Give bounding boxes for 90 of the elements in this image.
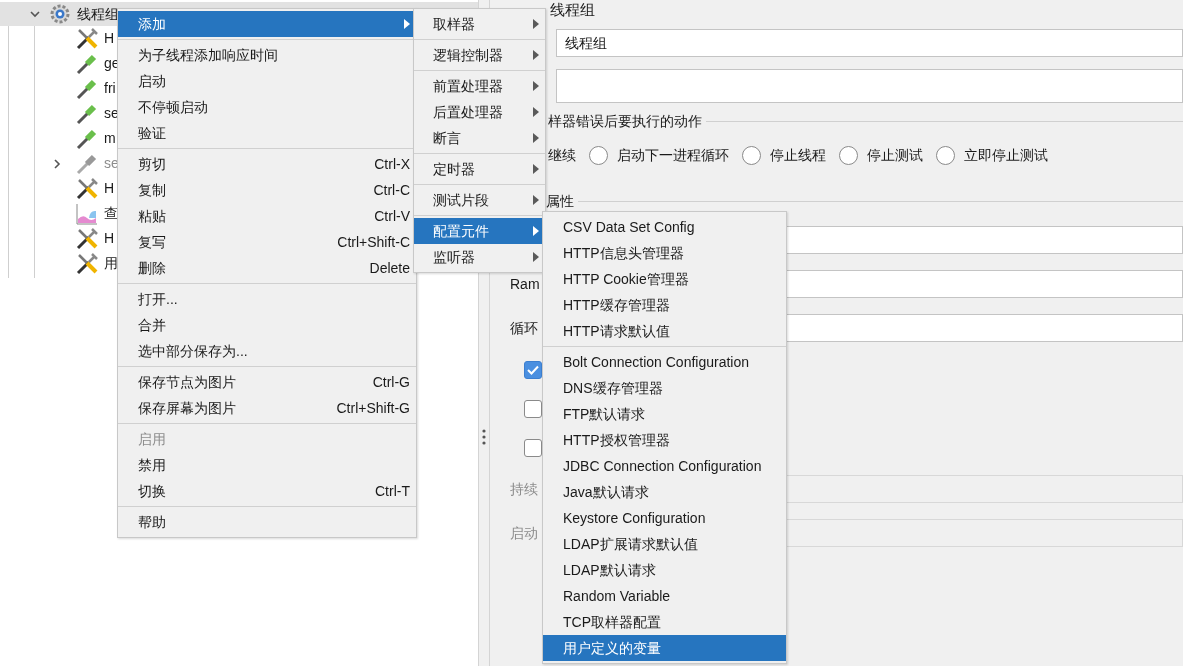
tools-icon (75, 176, 99, 201)
tree-item[interactable]: H (104, 178, 115, 199)
menu-item[interactable]: TCP取样器配置 (543, 609, 786, 635)
menu-item[interactable]: 删除 Delete (118, 255, 416, 281)
menu-item[interactable]: Java默认请求 (543, 479, 786, 505)
menu-item[interactable]: LDAP默认请求 (543, 557, 786, 583)
menu-item[interactable]: LDAP扩展请求默认值 (543, 531, 786, 557)
menu-item[interactable]: HTTP信息头管理器 (543, 240, 786, 266)
field-label: Ram (510, 275, 540, 292)
menu-item[interactable]: 复写 Ctrl+Shift-C (118, 229, 416, 255)
menu-item[interactable]: 断言 (414, 125, 545, 151)
menu-item[interactable]: 帮助 (118, 509, 416, 535)
panel-title: 线程组 (550, 0, 595, 20)
menu-item[interactable]: CSV Data Set Config (543, 214, 786, 240)
menu-item[interactable]: JDBC Connection Configuration (543, 453, 786, 479)
tree-item[interactable]: 用 (104, 253, 118, 274)
menu-item[interactable]: 合并 (118, 312, 416, 338)
submenu-arrow-icon (533, 252, 539, 262)
field-label: 循环 (510, 319, 538, 336)
menu-item[interactable]: Random Variable (543, 583, 786, 609)
submenu-arrow-icon (533, 226, 539, 236)
menu-item[interactable]: 保存屏幕为图片 Ctrl+Shift-G (118, 395, 416, 421)
chart-icon (75, 201, 99, 226)
field-label: 持续 (510, 480, 538, 497)
radio-button[interactable] (936, 145, 955, 165)
menu-item[interactable]: HTTP Cookie管理器 (543, 266, 786, 292)
menu-item[interactable]: 定时器 (414, 156, 545, 182)
menu-item[interactable]: 切换 Ctrl-T (118, 478, 416, 504)
submenu-arrow-icon (533, 19, 539, 29)
submenu-arrow-icon (533, 81, 539, 91)
menu-item[interactable]: 后置处理器 (414, 99, 545, 125)
tree-item[interactable]: m (104, 128, 116, 149)
menu-item[interactable]: 验证 (118, 120, 416, 146)
submenu-arrow-icon (533, 133, 539, 143)
checkbox[interactable] (524, 360, 542, 379)
menu-item[interactable]: HTTP请求默认值 (543, 318, 786, 344)
radio-label: 立即停止测试 (964, 145, 1048, 165)
radio-label: 启动下一进程循环 (617, 145, 729, 165)
menu-item[interactable]: HTTP缓存管理器 (543, 292, 786, 318)
menu-item[interactable]: 不停顿启动 (118, 94, 416, 120)
menu-item[interactable]: 测试片段 (414, 187, 545, 213)
group-legend: 属性 (546, 190, 574, 212)
menu-item[interactable]: 前置处理器 (414, 73, 545, 99)
tools-icon (75, 26, 99, 51)
menu-item[interactable]: Bolt Connection Configuration (543, 349, 786, 375)
radio-button[interactable] (839, 145, 858, 165)
group-legend: 样器错误后要执行的动作 (548, 110, 702, 132)
menu-item[interactable]: 粘贴 Ctrl-V (118, 203, 416, 229)
tools-icon (75, 251, 99, 276)
submenu-arrow-icon (533, 164, 539, 174)
menu-item[interactable]: 配置元件 (414, 218, 545, 244)
menu-item[interactable]: 打开... (118, 286, 416, 312)
comment-field[interactable] (556, 69, 1183, 103)
submenu-arrow-icon (533, 195, 539, 205)
radio-label: 停止线程 (770, 145, 826, 165)
menu-item[interactable]: 保存节点为图片 Ctrl-G (118, 369, 416, 395)
radio-button[interactable] (589, 145, 608, 165)
check-icon (527, 364, 539, 375)
radio-label: 停止测试 (867, 145, 923, 165)
tools-icon (75, 226, 99, 251)
menu-item[interactable]: HTTP授权管理器 (543, 427, 786, 453)
menu-item[interactable]: 禁用 (118, 452, 416, 478)
checkbox[interactable] (524, 399, 542, 418)
tree-item[interactable]: 查 (104, 203, 118, 224)
drag-handle-icon[interactable] (482, 429, 486, 445)
name-field[interactable]: 线程组 (556, 29, 1183, 57)
menu-item[interactable]: FTP默认请求 (543, 401, 786, 427)
tree-item[interactable]: H (104, 28, 115, 49)
menu-item[interactable]: 添加 (118, 11, 416, 37)
menu-item[interactable]: 为子线程添加响应时间 (118, 42, 416, 68)
submenu-arrow-icon (404, 19, 410, 29)
menu-item[interactable]: Keystore Configuration (543, 505, 786, 531)
menu-item[interactable]: 启动 (118, 68, 416, 94)
radio-button[interactable] (742, 145, 761, 165)
checkbox[interactable] (524, 438, 542, 457)
chevron-down-icon[interactable] (29, 8, 41, 20)
menu-item[interactable]: DNS缓存管理器 (543, 375, 786, 401)
menu-item[interactable]: 用户定义的变量 (543, 635, 786, 661)
tree-item[interactable]: H (104, 228, 115, 249)
menu-item[interactable]: 监听器 (414, 244, 545, 270)
submenu-arrow-icon (533, 50, 539, 60)
menu-item[interactable]: 选中部分保存为... (118, 338, 416, 364)
menu-item[interactable]: 剪切 Ctrl-X (118, 151, 416, 177)
menu-item[interactable]: 复制 Ctrl-C (118, 177, 416, 203)
menu-item[interactable]: 取样器 (414, 11, 545, 37)
submenu-arrow-icon (533, 107, 539, 117)
menu-item[interactable]: 逻辑控制器 (414, 42, 545, 68)
tree-item[interactable]: fri (104, 78, 116, 99)
radio-label: 继续 (548, 145, 576, 165)
field-label: 启动 (510, 524, 538, 541)
